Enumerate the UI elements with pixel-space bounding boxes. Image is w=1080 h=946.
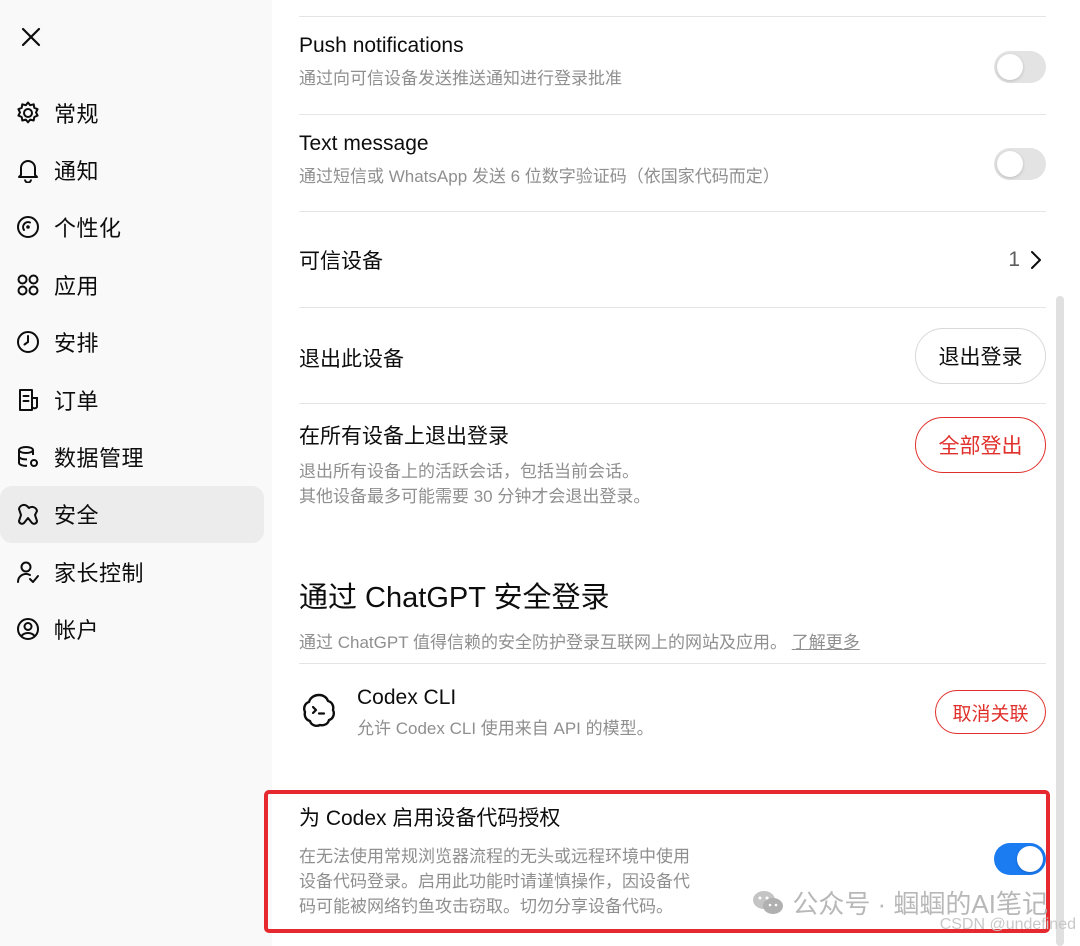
database-gear-icon bbox=[14, 443, 42, 471]
sidebar-item-label: 订单 bbox=[54, 388, 100, 414]
section-heading: 通过 ChatGPT 安全登录 bbox=[299, 582, 610, 614]
text-message-desc: 通过短信或 WhatsApp 发送 6 位数字验证码（依国家代码而定） bbox=[299, 167, 780, 186]
divider bbox=[299, 16, 1046, 17]
bell-icon bbox=[14, 156, 42, 184]
security-settings-panel: Push notifications 通过向可信设备发送推送通知进行登录批准 T… bbox=[264, 0, 1080, 946]
trusted-devices-count: 1 bbox=[1008, 248, 1020, 271]
sidebar-item-orders[interactable]: 订单 bbox=[0, 371, 264, 428]
close-button[interactable] bbox=[14, 20, 48, 54]
push-notifications-title: Push notifications bbox=[299, 34, 464, 57]
trusted-devices-count-group: 1 bbox=[1008, 248, 1042, 272]
sidebar-item-label: 帐户 bbox=[54, 618, 100, 644]
clock-icon bbox=[14, 328, 42, 356]
logout-all-row: 在所有设备上退出登录 退出所有设备上的活跃会话，包括当前会话。 其他设备最多可能… bbox=[299, 417, 1046, 510]
apps-grid-icon bbox=[14, 271, 42, 299]
sidebar-item-label: 家长控制 bbox=[54, 560, 145, 586]
divider bbox=[299, 114, 1046, 115]
receipt-icon bbox=[14, 386, 42, 414]
sidebar-item-label: 安全 bbox=[54, 503, 100, 529]
text-message-title: Text message bbox=[299, 132, 429, 155]
wechat-icon bbox=[753, 890, 784, 914]
close-icon bbox=[21, 27, 41, 47]
chevron-right-icon bbox=[1031, 251, 1041, 269]
toggle-knob bbox=[997, 151, 1023, 177]
push-notifications-desc: 通过向可信设备发送推送通知进行登录批准 bbox=[299, 69, 622, 88]
sidebar-item-parental-controls[interactable]: 家长控制 bbox=[0, 543, 264, 600]
scrollbar[interactable] bbox=[1056, 296, 1064, 946]
gear-icon bbox=[14, 99, 42, 127]
learn-more-link[interactable]: 了解更多 bbox=[792, 633, 860, 652]
sidebar-item-account[interactable]: 帐户 bbox=[0, 601, 264, 658]
settings-sidebar: 常规 通知 个性化 应用 安排 订单 数据管理 安全 家长控制 帐户 bbox=[0, 0, 272, 946]
codex-cli-text: Codex CLI 允许 Codex CLI 使用来自 API 的模型。 bbox=[357, 686, 654, 741]
text-message-row: Text message 通过短信或 WhatsApp 发送 6 位数字验证码（… bbox=[299, 132, 1046, 202]
text-message-toggle[interactable] bbox=[994, 148, 1046, 180]
watermark-sub: CSDN @undefined bbox=[939, 916, 1076, 933]
divider bbox=[299, 403, 1046, 404]
section-desc: 通过 ChatGPT 值得信赖的安全防护登录互联网上的网站及应用。 了解更多 bbox=[299, 630, 1046, 655]
sidebar-item-label: 常规 bbox=[54, 101, 100, 127]
toggle-knob bbox=[997, 54, 1023, 80]
settings-nav: 常规 通知 个性化 应用 安排 订单 数据管理 安全 家长控制 帐户 bbox=[0, 84, 272, 658]
push-notifications-row: Push notifications 通过向可信设备发送推送通知进行登录批准 bbox=[299, 34, 1046, 104]
codex-cli-desc: 允许 Codex CLI 使用来自 API 的模型。 bbox=[357, 719, 654, 738]
account-icon bbox=[14, 615, 42, 643]
unlink-button[interactable]: 取消关联 bbox=[935, 690, 1046, 734]
sidebar-item-label: 个性化 bbox=[54, 216, 122, 242]
sidebar-item-security[interactable]: 安全 bbox=[0, 485, 264, 544]
logout-button[interactable]: 退出登录 bbox=[915, 328, 1046, 384]
sidebar-item-label: 应用 bbox=[54, 273, 100, 299]
sidebar-item-data-controls[interactable]: 数据管理 bbox=[0, 428, 264, 485]
divider bbox=[299, 663, 1046, 664]
sidebar-item-general[interactable]: 常规 bbox=[0, 84, 264, 141]
push-notifications-toggle[interactable] bbox=[994, 51, 1046, 83]
codex-cli-row: Codex CLI 允许 Codex CLI 使用来自 API 的模型。 取消关… bbox=[299, 686, 1046, 756]
chatgpt-login-section: 通过 ChatGPT 安全登录 通过 ChatGPT 值得信赖的安全防护登录互联… bbox=[299, 574, 1046, 655]
logout-device-row: 退出此设备 退出登录 bbox=[299, 308, 1046, 403]
codex-cli-title: Codex CLI bbox=[357, 686, 457, 709]
trusted-devices-title: 可信设备 bbox=[299, 249, 383, 273]
sidebar-item-label: 通知 bbox=[54, 159, 100, 185]
sidebar-item-label: 安排 bbox=[54, 331, 100, 357]
sidebar-item-schedules[interactable]: 安排 bbox=[0, 314, 264, 371]
sidebar-item-personalization[interactable]: 个性化 bbox=[0, 199, 264, 256]
logout-all-desc-line2: 其他设备最多可能需要 30 分钟才会退出登录。 bbox=[299, 487, 651, 506]
personalization-icon bbox=[14, 213, 42, 241]
sidebar-item-apps[interactable]: 应用 bbox=[0, 256, 264, 313]
logout-device-title: 退出此设备 bbox=[299, 348, 404, 371]
section-desc-text: 通过 ChatGPT 值得信赖的安全防护登录互联网上的网站及应用。 bbox=[299, 633, 787, 652]
parent-user-icon bbox=[14, 558, 42, 586]
security-icon bbox=[14, 500, 42, 528]
trusted-devices-row[interactable]: 可信设备 1 bbox=[299, 212, 1046, 307]
sidebar-item-label: 数据管理 bbox=[54, 446, 145, 472]
logout-all-button[interactable]: 全部登出 bbox=[915, 417, 1046, 473]
sidebar-item-notifications[interactable]: 通知 bbox=[0, 141, 264, 198]
codex-cli-icon bbox=[301, 692, 337, 728]
